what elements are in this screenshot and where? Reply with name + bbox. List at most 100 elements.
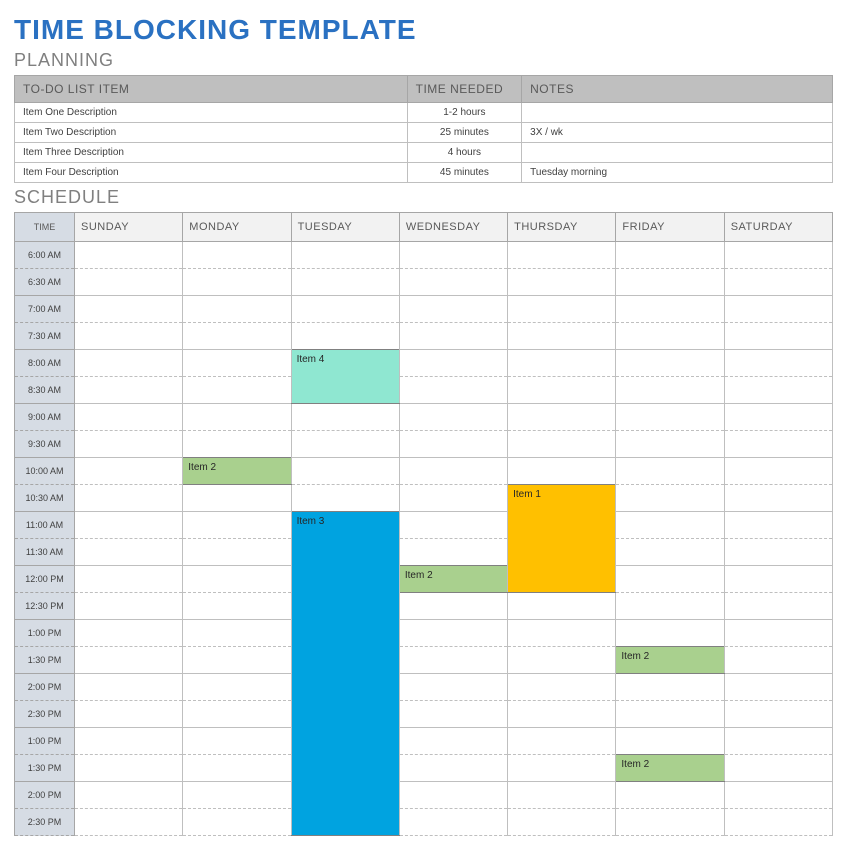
schedule-cell: [399, 809, 507, 836]
schedule-cell: [724, 566, 832, 593]
schedule-cell: [183, 431, 291, 458]
schedule-cell: [75, 512, 183, 539]
schedule-cell: [291, 296, 399, 323]
schedule-day-header: THURSDAY: [508, 213, 616, 242]
schedule-cell: [724, 512, 832, 539]
schedule-cell: [75, 593, 183, 620]
schedule-block: Item 2: [616, 755, 724, 782]
schedule-row: 7:30 AM: [15, 323, 833, 350]
schedule-cell: [75, 701, 183, 728]
schedule-cell: [508, 404, 616, 431]
schedule-row: 1:00 PM: [15, 620, 833, 647]
schedule-cell: [724, 620, 832, 647]
planning-col-item: TO-DO LIST ITEM: [15, 76, 408, 103]
schedule-cell: [183, 647, 291, 674]
schedule-cell: [508, 755, 616, 782]
schedule-time-label: 6:00 AM: [15, 242, 75, 269]
schedule-cell: [724, 404, 832, 431]
schedule-cell: [508, 377, 616, 404]
planning-notes: [522, 103, 833, 123]
planning-notes: [522, 143, 833, 163]
schedule-row: 12:30 PM: [15, 593, 833, 620]
table-row: Item One Description1-2 hours: [15, 103, 833, 123]
schedule-cell: [183, 539, 291, 566]
schedule-cell: [75, 566, 183, 593]
schedule-cell: [724, 809, 832, 836]
schedule-cell: [183, 512, 291, 539]
schedule-cell: [724, 377, 832, 404]
schedule-time-label: 9:30 AM: [15, 431, 75, 458]
schedule-cell: [399, 323, 507, 350]
schedule-cell: [399, 539, 507, 566]
schedule-cell: [183, 755, 291, 782]
schedule-row: 2:30 PM: [15, 701, 833, 728]
schedule-time-label: 11:00 AM: [15, 512, 75, 539]
schedule-cell: [399, 350, 507, 377]
schedule-cell: [508, 593, 616, 620]
schedule-cell: [724, 701, 832, 728]
schedule-cell: [508, 242, 616, 269]
table-row: Item Four Description45 minutesTuesday m…: [15, 163, 833, 183]
schedule-cell: [183, 566, 291, 593]
schedule-time-label: 6:30 AM: [15, 269, 75, 296]
planning-item: Item Four Description: [15, 163, 408, 183]
schedule-cell: [724, 647, 832, 674]
schedule-cell: [616, 593, 724, 620]
schedule-cell: [616, 566, 724, 593]
schedule-cell: [75, 728, 183, 755]
schedule-cell: [75, 782, 183, 809]
schedule-cell: [508, 782, 616, 809]
schedule-time-label: 10:30 AM: [15, 485, 75, 512]
schedule-row: 6:30 AM: [15, 269, 833, 296]
schedule-time-label: 10:00 AM: [15, 458, 75, 485]
schedule-block: Item 2: [183, 458, 291, 485]
schedule-cell: [616, 485, 724, 512]
planning-notes: Tuesday morning: [522, 163, 833, 183]
schedule-cell: [724, 296, 832, 323]
schedule-time-label: 9:00 AM: [15, 404, 75, 431]
schedule-time-label: 7:30 AM: [15, 323, 75, 350]
planning-heading: PLANNING: [14, 50, 833, 71]
schedule-cell: [616, 242, 724, 269]
schedule-cell: [724, 350, 832, 377]
schedule-cell: [399, 755, 507, 782]
schedule-cell: [399, 377, 507, 404]
schedule-time-label: 1:00 PM: [15, 728, 75, 755]
planning-col-time: TIME NEEDED: [407, 76, 522, 103]
schedule-block: Item 4: [291, 350, 399, 404]
schedule-row: 10:00 AM Item 2: [15, 458, 833, 485]
schedule-row: 12:00 PMItem 2: [15, 566, 833, 593]
schedule-cell: [183, 782, 291, 809]
schedule-cell: [724, 269, 832, 296]
schedule-cell: [183, 404, 291, 431]
schedule-cell: [616, 701, 724, 728]
schedule-cell: [399, 485, 507, 512]
schedule-cell: [291, 242, 399, 269]
schedule-cell: [291, 269, 399, 296]
schedule-cell: [291, 431, 399, 458]
schedule-cell: [183, 323, 291, 350]
schedule-cell: [508, 296, 616, 323]
schedule-day-header: SATURDAY: [724, 213, 832, 242]
schedule-row: 1:30 PMItem 2: [15, 755, 833, 782]
schedule-row: 1:30 PMItem 2: [15, 647, 833, 674]
schedule-cell: [399, 620, 507, 647]
schedule-row: 6:00 AM: [15, 242, 833, 269]
schedule-time-label: 12:30 PM: [15, 593, 75, 620]
planning-time: 45 minutes: [407, 163, 522, 183]
schedule-cell: [75, 674, 183, 701]
schedule-cell: [724, 539, 832, 566]
schedule-row: 9:00 AM: [15, 404, 833, 431]
schedule-cell: [183, 674, 291, 701]
planning-time: 1-2 hours: [407, 103, 522, 123]
schedule-cell: [724, 431, 832, 458]
schedule-cell: [399, 674, 507, 701]
schedule-cell: [616, 539, 724, 566]
schedule-cell: [75, 809, 183, 836]
schedule-cell: [75, 539, 183, 566]
schedule-cell: [724, 674, 832, 701]
planning-time: 4 hours: [407, 143, 522, 163]
schedule-cell: [183, 485, 291, 512]
schedule-block: Item 2: [399, 566, 507, 593]
schedule-cell: [75, 323, 183, 350]
